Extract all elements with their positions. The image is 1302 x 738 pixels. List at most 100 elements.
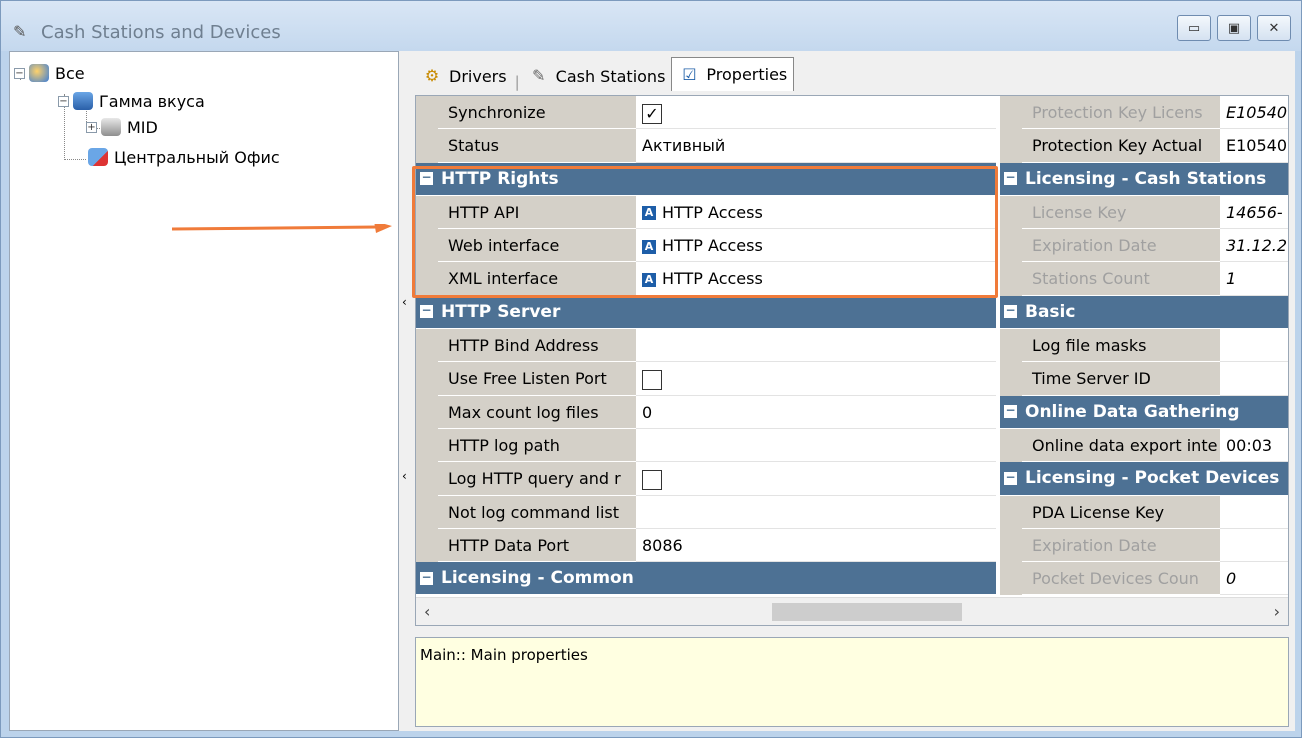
collapse-icon[interactable]: − <box>58 95 69 107</box>
globe-group-icon <box>29 64 49 82</box>
tab-properties[interactable]: ☑ Properties <box>671 57 795 91</box>
property-row[interactable]: Protection Key Actual E10540 <box>1000 129 1288 163</box>
title-bar[interactable]: ✎ Cash Stations and Devices ▭ ▣ ✕ <box>1 1 1301 51</box>
tab-drivers[interactable]: ⚙ Drivers <box>415 61 513 91</box>
horizontal-scrollbar[interactable]: ‹ › <box>416 597 1288 625</box>
expand-icon[interactable]: + <box>86 121 97 133</box>
property-row[interactable]: HTTP Data Port 8086 <box>416 528 996 563</box>
group-icon <box>73 92 93 110</box>
property-value[interactable] <box>636 428 996 463</box>
property-row[interactable]: Protection Key Licens E10540 <box>1000 96 1288 130</box>
property-value[interactable]: Активный <box>636 129 996 163</box>
property-row[interactable]: PDA License Key <box>1000 495 1288 529</box>
collapse-icon[interactable]: − <box>420 571 433 585</box>
tab-cash-stations[interactable]: ✎ Cash Stations <box>521 61 672 91</box>
property-row[interactable]: HTTP Bind Address <box>416 329 996 363</box>
property-value[interactable] <box>1220 329 1288 363</box>
property-row[interactable]: XML interface A HTTP Access <box>416 262 996 296</box>
collapse-icon[interactable]: − <box>1004 471 1017 485</box>
property-name: Protection Key Licens <box>1022 96 1220 130</box>
log-query-checkbox[interactable] <box>642 469 662 490</box>
property-row[interactable]: Not log command list <box>416 495 996 529</box>
category-online-data-gathering[interactable]: − Online Data Gathering <box>1000 395 1288 429</box>
tree-node-root[interactable]: − Все <box>14 62 85 84</box>
property-row[interactable]: Stations Count 1 <box>1000 262 1288 296</box>
property-row[interactable]: Use Free Listen Port <box>416 362 996 396</box>
property-value[interactable]: E10540 <box>1220 96 1288 130</box>
synchronize-checkbox[interactable]: ✓ <box>642 103 662 124</box>
property-row[interactable]: Online data export inte 00:03 <box>1000 428 1288 463</box>
properties-icon: ☑ <box>682 64 697 84</box>
property-row[interactable]: Pocket Devices Coun 0 <box>1000 562 1288 596</box>
property-value[interactable]: 1 <box>1220 262 1288 296</box>
category-licensing-pocket-devices[interactable]: − Licensing - Pocket Devices <box>1000 462 1288 496</box>
property-row[interactable]: Expiration Date <box>1000 528 1288 563</box>
property-row[interactable]: Log HTTP query and r <box>416 462 996 496</box>
property-value[interactable] <box>636 495 996 529</box>
scroll-left-icon[interactable]: ‹ <box>424 602 430 621</box>
category-http-rights[interactable]: − HTTP Rights <box>416 162 996 196</box>
annotation-arrow <box>172 224 392 233</box>
property-column-left: Synchronize ✓ Status Активный − HTTP Rights… <box>416 96 996 596</box>
property-row[interactable]: Expiration Date 31.12.2 <box>1000 229 1288 263</box>
maximize-button[interactable]: ▣ <box>1217 15 1251 41</box>
device-tree[interactable]: − Все − Гамма вкуса + MID Центральный Оф… <box>9 51 399 731</box>
description-panel: Main:: Main properties <box>415 637 1289 727</box>
property-value[interactable]: 00:03 <box>1220 428 1288 463</box>
collapse-icon[interactable]: − <box>420 304 433 319</box>
property-row[interactable]: Time Server ID <box>1000 362 1288 396</box>
property-value[interactable]: HTTP Access <box>662 269 763 288</box>
property-name: HTTP Bind Address <box>438 329 636 363</box>
property-value[interactable]: HTTP Access <box>662 203 763 222</box>
collapse-left-icon[interactable]: ‹ <box>402 295 407 309</box>
property-value[interactable]: E10540 <box>1220 129 1288 163</box>
property-row[interactable]: Log file masks <box>1000 329 1288 363</box>
property-row[interactable]: HTTP API A HTTP Access <box>416 195 996 230</box>
collapse-icon[interactable]: − <box>420 171 433 186</box>
property-value[interactable] <box>1220 495 1288 529</box>
property-row[interactable]: Synchronize ✓ <box>416 96 996 130</box>
tree-node-group[interactable]: − Гамма вкуса <box>58 90 205 112</box>
tree-node-label: Гамма вкуса <box>99 91 205 111</box>
tab-label: Properties <box>706 65 788 84</box>
property-value[interactable]: HTTP Access <box>662 236 763 255</box>
property-value[interactable] <box>636 329 996 363</box>
category-label: HTTP Server <box>441 301 561 322</box>
collapse-icon[interactable]: − <box>1004 171 1017 186</box>
close-button[interactable]: ✕ <box>1257 15 1291 41</box>
property-value[interactable]: 31.12.2 <box>1220 229 1288 263</box>
category-http-server[interactable]: − HTTP Server <box>416 295 996 330</box>
tree-node-mid[interactable]: + MID <box>86 116 158 138</box>
collapse-icon[interactable]: − <box>1004 304 1017 319</box>
property-value[interactable]: 0 <box>1220 562 1288 596</box>
minimize-button[interactable]: ▭ <box>1177 15 1211 41</box>
tree-node-office[interactable]: Центральный Офис <box>88 146 280 168</box>
property-name: Expiration Date <box>1022 528 1220 563</box>
property-value[interactable]: 0 <box>636 395 996 429</box>
window-title: Cash Stations and Devices <box>41 22 281 43</box>
property-name: Web interface <box>438 229 636 263</box>
property-grid[interactable]: Synchronize ✓ Status Активный − HTTP Rights… <box>415 95 1289 626</box>
collapse-icon[interactable]: − <box>14 67 25 79</box>
scroll-thumb[interactable] <box>772 603 962 621</box>
drivers-icon: ⚙ <box>424 66 440 85</box>
category-licensing-cash-stations[interactable]: − Licensing - Cash Stations <box>1000 162 1288 196</box>
panel-splitter[interactable]: ‹ ‹ <box>401 51 413 731</box>
collapse-left-icon[interactable]: ‹ <box>402 469 407 483</box>
property-name: HTTP Data Port <box>438 528 636 563</box>
property-row[interactable]: HTTP log path <box>416 428 996 463</box>
free-port-checkbox[interactable] <box>642 369 662 390</box>
property-row[interactable]: Status Активный <box>416 129 996 163</box>
property-value[interactable] <box>1220 362 1288 396</box>
property-value[interactable] <box>1220 528 1288 563</box>
property-row[interactable]: Max count log files 0 <box>416 395 996 429</box>
collapse-icon[interactable]: − <box>1004 404 1017 419</box>
property-row[interactable]: License Key 14656- <box>1000 195 1288 230</box>
category-basic[interactable]: − Basic <box>1000 295 1288 330</box>
category-licensing-common[interactable]: − Licensing - Common <box>416 562 996 596</box>
property-value[interactable]: 14656- <box>1220 195 1288 230</box>
property-name: Protection Key Actual <box>1022 129 1220 163</box>
property-value[interactable]: 8086 <box>636 528 996 563</box>
scroll-right-icon[interactable]: › <box>1274 602 1280 621</box>
property-row[interactable]: Web interface A HTTP Access <box>416 229 996 263</box>
